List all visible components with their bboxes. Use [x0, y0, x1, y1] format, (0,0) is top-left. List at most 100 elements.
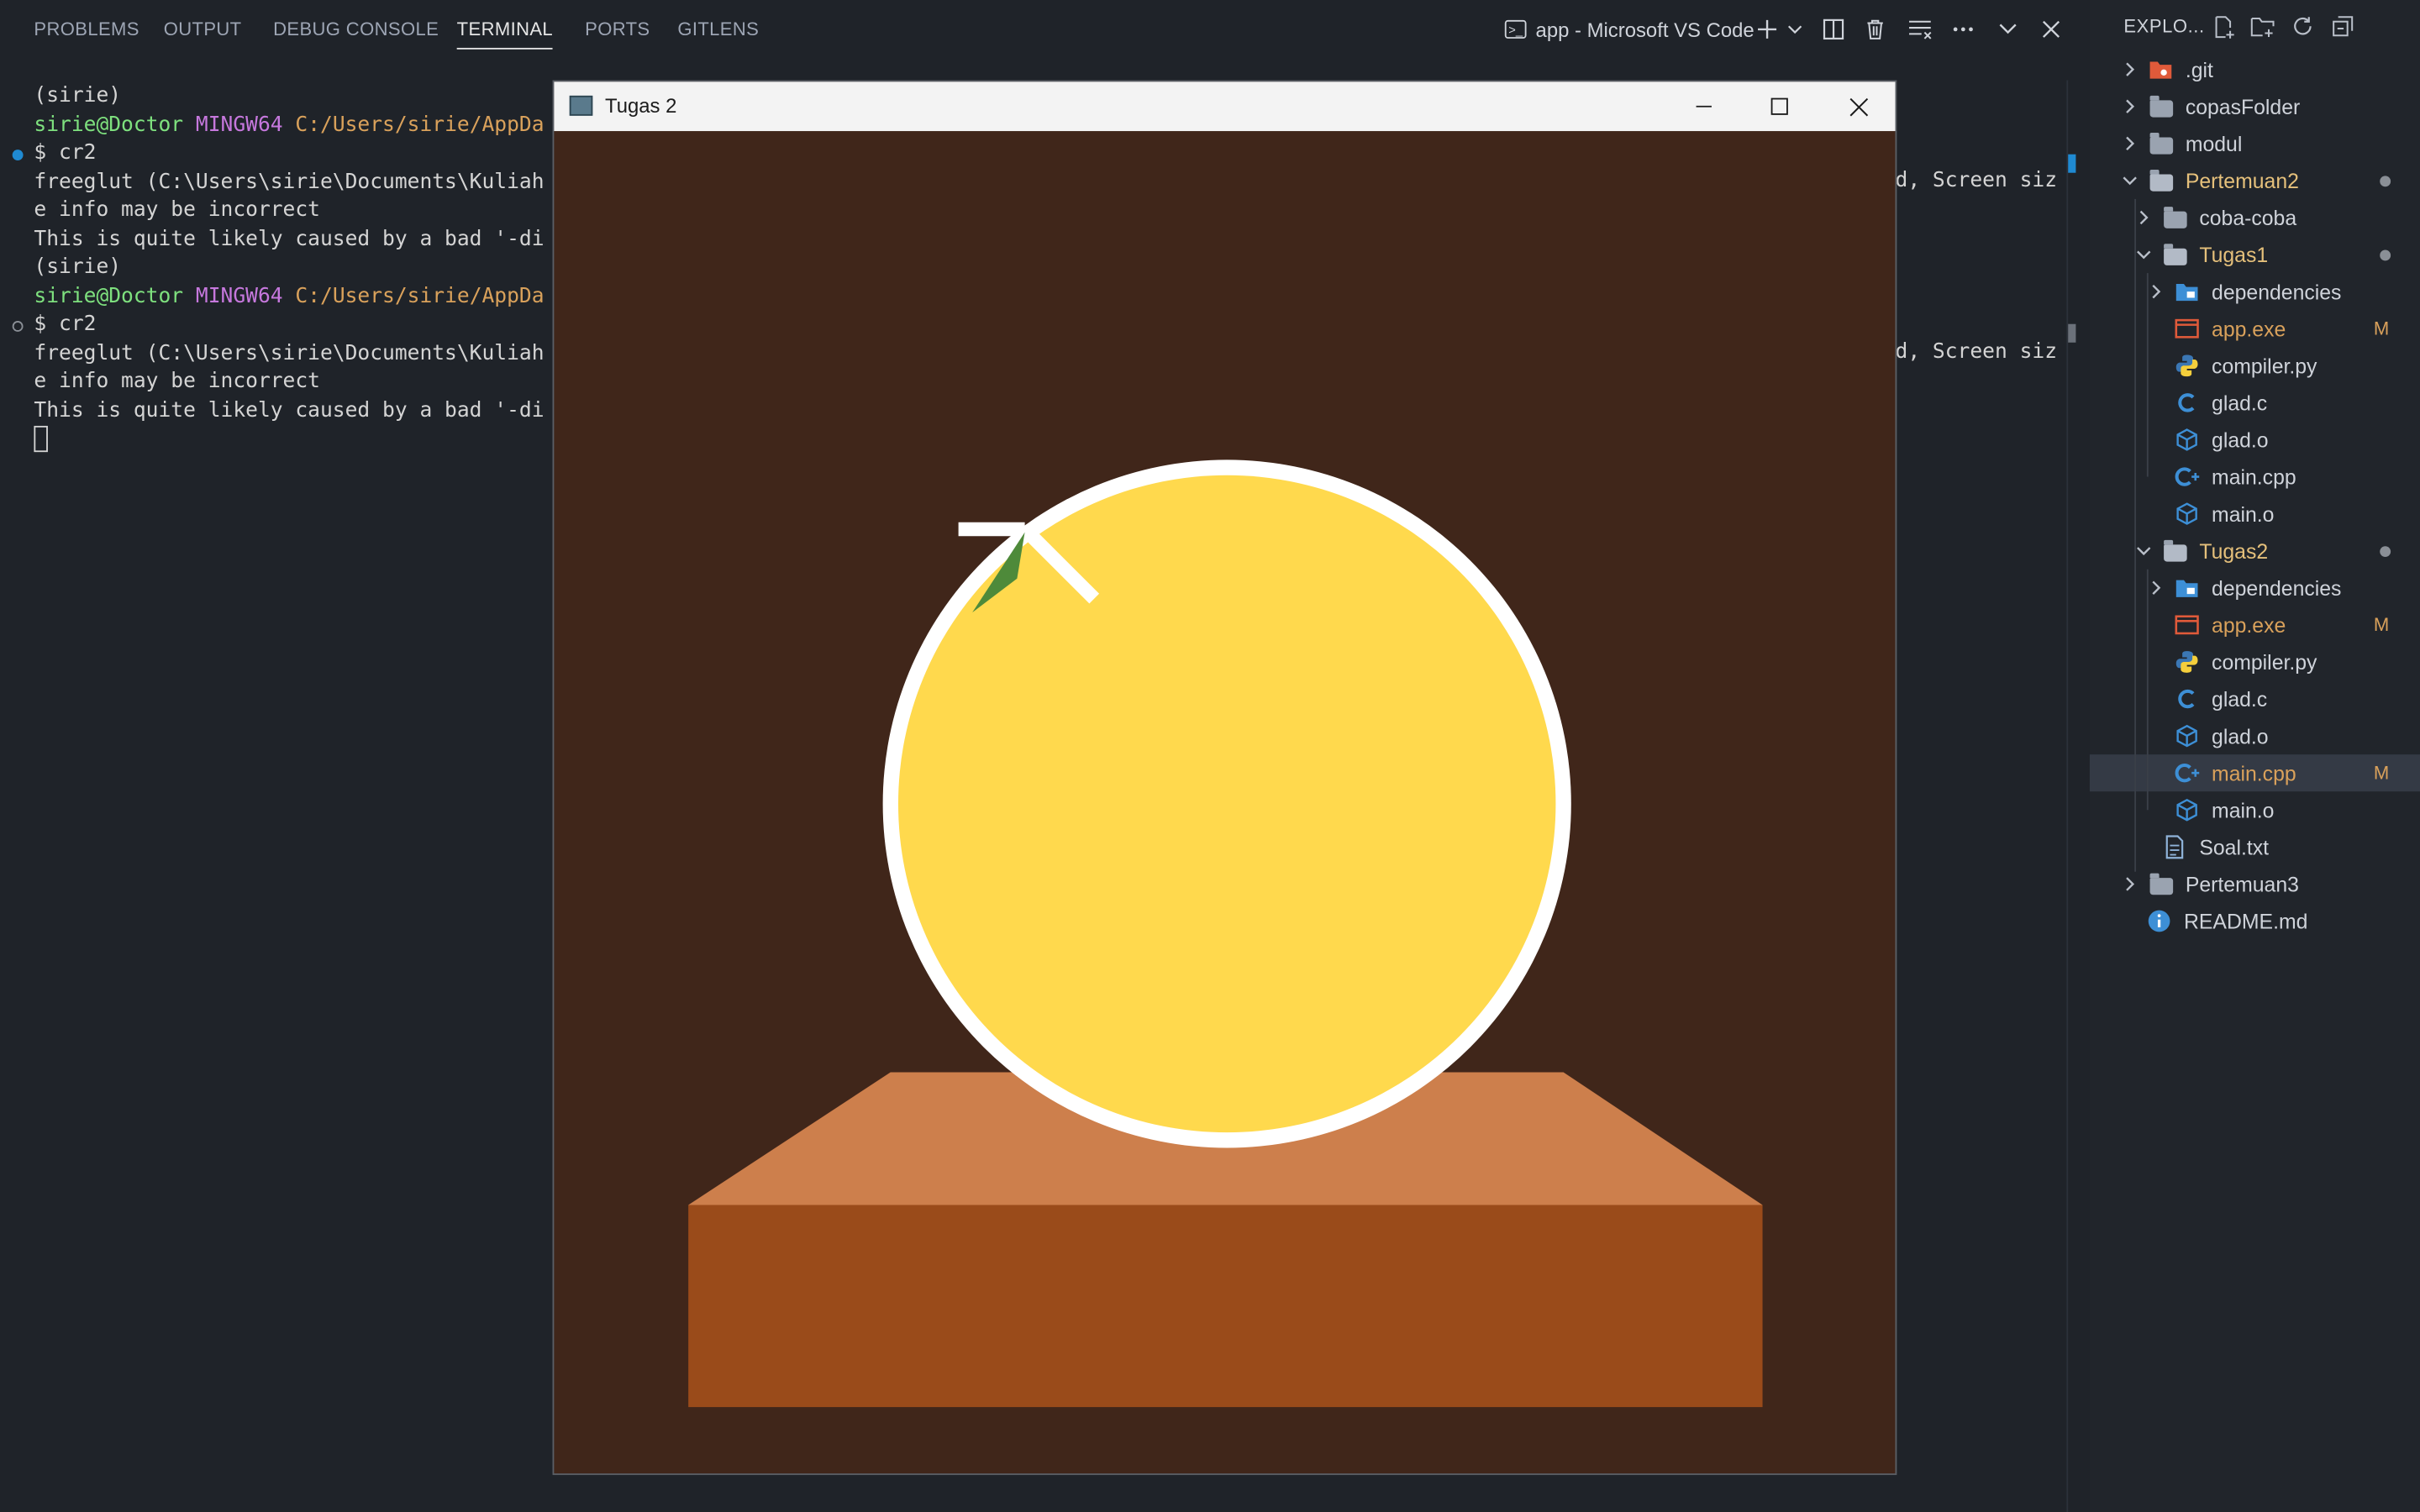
- app-window-icon: [569, 95, 593, 116]
- folder-open-icon: [2149, 168, 2173, 192]
- glut-window: Tugas 2: [552, 80, 1897, 1475]
- tree-item-label: .git: [2185, 57, 2213, 81]
- maximize-button[interactable]: [1743, 81, 1817, 131]
- new-file-button[interactable]: [2210, 13, 2238, 40]
- folder-icon: [2149, 131, 2173, 155]
- terminal-line: e info may be incorrect: [34, 197, 544, 226]
- tree-folder-tugas1[interactable]: Tugas1: [2090, 236, 2420, 273]
- tree-folder-dependencies[interactable]: dependencies: [2090, 273, 2420, 310]
- tree-file-glad-c[interactable]: glad.c: [2090, 680, 2420, 717]
- terminal-line: freeglut (C:\Users\sirie\Documents\Kulia…: [34, 169, 544, 197]
- tab-gitlens[interactable]: GITLENS: [677, 18, 759, 40]
- python-file-icon: [2175, 649, 2199, 674]
- new-folder-button[interactable]: [2249, 13, 2276, 40]
- tree-file-soal-txt[interactable]: Soal.txt: [2090, 828, 2420, 865]
- tab-output[interactable]: OUTPUT: [164, 18, 242, 40]
- terminal-line: This is quite likely caused by a bad '-d…: [34, 226, 544, 255]
- tree-folder-copasfolder[interactable]: copasFolder: [2090, 88, 2420, 125]
- terminal-icon: >_: [1504, 19, 1527, 39]
- terminal-text: This is quite likely caused by a bad '-d…: [34, 398, 544, 423]
- tree-folder-coba-coba[interactable]: coba-coba: [2090, 199, 2420, 236]
- window-titlebar[interactable]: Tugas 2: [554, 81, 1896, 132]
- close-panel-button[interactable]: [2036, 14, 2067, 45]
- python-file-icon: [2175, 354, 2199, 378]
- git-modified-badge: M: [2373, 318, 2390, 340]
- tree-file-main-o[interactable]: main.o: [2090, 496, 2420, 533]
- kill-terminal-button[interactable]: [1860, 14, 1891, 45]
- prompt-env: MINGW64: [195, 113, 283, 137]
- tree-file-main-o[interactable]: main.o: [2090, 791, 2420, 828]
- terminal-command: $ cr2: [34, 312, 97, 337]
- close-window-button[interactable]: [1821, 81, 1895, 131]
- terminal-line: This is quite likely caused by a bad '-d…: [34, 397, 544, 426]
- git-modified-badge: M: [2373, 762, 2390, 785]
- tree-folder-tugas2[interactable]: Tugas2: [2090, 533, 2420, 570]
- tree-item-label: dependencies: [2212, 280, 2342, 303]
- tree-folder-pertemuan2[interactable]: Pertemuan2: [2090, 162, 2420, 199]
- tree-file-app-exe[interactable]: app.exe M: [2090, 606, 2420, 643]
- modified-dot-icon: [2380, 175, 2391, 186]
- prompt-path: C:/Users/sirie/AppDa: [295, 284, 544, 308]
- tree-file-main-cpp[interactable]: main.cpp: [2090, 459, 2420, 496]
- terminal-line: $ cr2: [34, 312, 544, 340]
- tab-debug-console[interactable]: DEBUG CONSOLE: [273, 18, 439, 40]
- terminal-scrollbar[interactable]: [2066, 80, 2069, 1512]
- terminal-output[interactable]: (sirie) sirie@Doctor MINGW64 C:/Users/sir…: [34, 83, 544, 454]
- c-file-icon: [2175, 391, 2199, 415]
- folder-icon: [2149, 94, 2173, 118]
- orange-fruit: [897, 475, 1556, 1133]
- tree-item-label: copasFolder: [2185, 94, 2301, 118]
- folder-open-icon: [2162, 242, 2186, 266]
- refresh-explorer-button[interactable]: [2289, 13, 2317, 40]
- chevron-down-icon: [1999, 24, 2017, 34]
- indent-guide: [2146, 569, 2149, 811]
- tree-item-label: glad.c: [2212, 391, 2268, 415]
- collapse-folders-button[interactable]: [2329, 13, 2357, 40]
- tree-file-main-cpp[interactable]: main.cpp M: [2089, 754, 2420, 792]
- tree-item-label: glad.o: [2212, 428, 2269, 452]
- tree-item-label: main.o: [2212, 501, 2275, 526]
- opengl-canvas[interactable]: [554, 131, 1896, 1474]
- tree-file-compiler-py[interactable]: compiler.py: [2090, 347, 2420, 384]
- folder-open-icon: [2162, 538, 2186, 563]
- cpp-file-icon: [2175, 761, 2200, 785]
- tree-file-glad-o[interactable]: glad.o: [2090, 421, 2420, 458]
- more-actions-button[interactable]: [1948, 14, 1979, 45]
- tab-terminal[interactable]: TERMINAL: [456, 18, 554, 50]
- maximize-panel-button[interactable]: [1992, 14, 2023, 45]
- command-decoration-icon[interactable]: [12, 150, 24, 161]
- tree-item-label: dependencies: [2212, 576, 2342, 600]
- tree-folder-pertemuan3[interactable]: Pertemuan3: [2090, 865, 2420, 902]
- c-file-icon: [2175, 686, 2199, 711]
- tree-file-compiler-py[interactable]: compiler.py: [2090, 643, 2420, 680]
- folder-icon: [2149, 872, 2173, 896]
- terminal-selector[interactable]: >_ app - Microsoft VS Code: [1504, 15, 1754, 43]
- chevron-down-icon: [1787, 25, 1802, 34]
- tree-file-glad-c[interactable]: glad.c: [2090, 384, 2420, 421]
- text-file-icon: [2162, 835, 2186, 859]
- tree-file-glad-o[interactable]: glad.o: [2090, 717, 2420, 754]
- tree-folder-dependencies[interactable]: dependencies: [2090, 570, 2420, 606]
- clear-terminal-button[interactable]: [1905, 14, 1936, 45]
- tab-ports[interactable]: PORTS: [585, 18, 650, 40]
- prompt-env: MINGW64: [195, 284, 283, 308]
- command-decoration-icon[interactable]: [12, 321, 24, 332]
- split-terminal-button[interactable]: [1818, 14, 1849, 45]
- terminal-launch-profile-button[interactable]: [1780, 14, 1811, 45]
- terminal-text: e info may be incorrect: [34, 198, 321, 223]
- tree-file-readme-md[interactable]: README.md: [2090, 902, 2420, 939]
- modified-dot-icon: [2380, 545, 2391, 557]
- tree-item-label: compiler.py: [2212, 354, 2317, 378]
- tree-file-app-exe[interactable]: app.exe M: [2090, 310, 2420, 347]
- tree-folder-modul[interactable]: modul: [2090, 125, 2420, 162]
- terminal-text: freeglut (C:\Users\sirie\Documents\Kulia…: [34, 341, 544, 365]
- new-terminal-button[interactable]: [1752, 14, 1783, 45]
- terminal-text-overflow: d, Screen siz: [1895, 169, 2058, 192]
- folder-icon: [2162, 205, 2186, 229]
- tab-problems[interactable]: PROBLEMS: [34, 18, 139, 40]
- clear-all-icon: [1909, 20, 1932, 39]
- terminal-line: (sirie): [34, 255, 544, 283]
- minimize-button[interactable]: [1667, 81, 1741, 131]
- tree-folder--git[interactable]: .git: [2090, 51, 2420, 88]
- tree-item-label: main.cpp: [2212, 761, 2296, 785]
